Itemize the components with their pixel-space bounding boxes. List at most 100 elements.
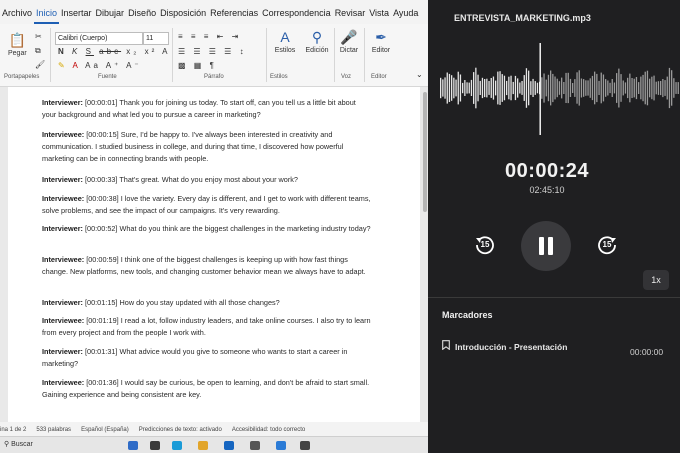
- waveform-bar: [624, 82, 627, 94]
- waveform-bar: [574, 79, 576, 97]
- tab-revisar[interactable]: Revisar: [333, 6, 368, 24]
- align-icons[interactable]: ☰ ☰ ☰ ☰ ↕: [178, 47, 247, 56]
- audio-file-name: ENTREVISTA_MARKETING.mp3: [454, 13, 591, 23]
- paste-button[interactable]: 📋 Pegar: [8, 32, 27, 57]
- font-size-select[interactable]: 11: [143, 32, 169, 45]
- language-status[interactable]: Español (España): [81, 427, 129, 433]
- waveform-bar: [576, 72, 578, 104]
- waveform-bar: [521, 81, 523, 95]
- waveform-bar: [464, 80, 466, 96]
- waveform-bar: [490, 78, 492, 98]
- tab-dibujar[interactable]: Dibujar: [94, 6, 127, 24]
- editing-button[interactable]: ⚲ Edición: [304, 29, 330, 54]
- tab-correspondencia[interactable]: Correspondencia: [260, 6, 333, 24]
- taskbar-folder-icon[interactable]: [198, 441, 208, 450]
- bookmark-icon: [442, 340, 450, 350]
- pause-icon: [539, 237, 544, 255]
- waveform-bar: [552, 73, 554, 103]
- waveform-bar: [530, 81, 532, 95]
- tab-inicio[interactable]: Inicio: [34, 6, 60, 24]
- waveform-bar: [534, 81, 536, 95]
- bold-italic-underline-icons[interactable]: N K S abc x₂ x² A: [58, 47, 170, 56]
- highlight-font-color-icons[interactable]: ✎ A Aa A⁺ A⁻: [58, 61, 142, 70]
- waveform-bar: [545, 79, 547, 97]
- pause-icon: [548, 237, 553, 255]
- waveform-bar: [649, 78, 651, 98]
- text-predictions-status[interactable]: Predicciones de texto: activado: [139, 427, 222, 433]
- waveform-bar: [477, 74, 479, 102]
- taskbar-word-icon[interactable]: [224, 441, 234, 450]
- accessibility-status[interactable]: Accesibilidad: todo correcto: [232, 427, 305, 433]
- tab-archivo[interactable]: Archivo: [0, 6, 34, 24]
- group-label-clipboard: Portapapeles: [4, 74, 40, 80]
- waveform-bar: [541, 77, 543, 99]
- playhead[interactable]: [539, 43, 541, 135]
- waveform-bar: [611, 79, 613, 97]
- waveform-bar: [508, 76, 510, 100]
- collapse-ribbon-icon[interactable]: ⌄: [416, 70, 426, 79]
- editor-button[interactable]: ✒ Editor: [369, 29, 393, 54]
- clipboard-icon: 📋: [8, 32, 27, 48]
- tab-diseno[interactable]: Diseño: [126, 6, 158, 24]
- taskbar-app-icon[interactable]: [250, 441, 260, 450]
- tab-referencias[interactable]: Referencias: [208, 6, 260, 24]
- skip-back-button[interactable]: 15: [474, 234, 496, 256]
- waveform[interactable]: [428, 40, 680, 140]
- taskbar-app-icon[interactable]: [300, 441, 310, 450]
- tab-ayuda[interactable]: Ayuda: [391, 6, 420, 24]
- page-count[interactable]: ina 1 de 2: [0, 427, 26, 433]
- search-icon: ⚲: [311, 29, 323, 45]
- waveform-bar: [569, 78, 572, 97]
- pause-button[interactable]: [521, 221, 571, 271]
- waveform-bar: [448, 73, 451, 102]
- waveform-bar: [479, 80, 481, 95]
- current-time: 00:00:24: [504, 160, 590, 182]
- taskbar-app-icon[interactable]: [128, 441, 138, 450]
- waveform-bar: [657, 81, 660, 95]
- waveform-bar: [488, 81, 490, 95]
- waveform-bar: [525, 68, 528, 108]
- transcript-paragraph: Interviewer: [00:00:52] What do you thin…: [42, 224, 371, 233]
- skip-forward-button[interactable]: 15: [596, 234, 618, 256]
- taskbar-app-icon[interactable]: [150, 441, 160, 450]
- playback-speed-button[interactable]: 1x: [643, 270, 669, 290]
- taskbar-app-icon[interactable]: [172, 441, 182, 450]
- font-name-select[interactable]: Calibri (Cuerpo): [55, 32, 143, 45]
- tab-insertar[interactable]: Insertar: [59, 6, 94, 24]
- waveform-bar: [602, 74, 605, 102]
- transcript-paragraph: Interviewee: [00:00:38] I love the varie…: [42, 194, 371, 215]
- waveform-bar: [543, 73, 545, 103]
- transcript-paragraph: Interviewer: [00:00:01] Thank you for jo…: [42, 98, 356, 119]
- waveform-bar: [664, 80, 666, 96]
- status-bar: ina 1 de 2 533 palabras Español (España)…: [0, 424, 428, 436]
- shading-border-icons[interactable]: ▩ ▦ ¶: [178, 61, 217, 70]
- cut-icon[interactable]: ✂: [35, 32, 45, 41]
- waveform-bar: [536, 82, 539, 94]
- transcript-paragraph: Interviewee: [00:00:59] I think one of t…: [42, 255, 366, 276]
- list-icons[interactable]: ≡ ≡ ≡ ⇤ ⇥: [178, 32, 241, 41]
- taskbar-search[interactable]: ⚲ Buscar: [4, 440, 33, 448]
- vertical-scrollbar[interactable]: [423, 92, 427, 212]
- taskbar-app-icon[interactable]: [276, 441, 286, 450]
- waveform-bar: [512, 81, 514, 95]
- waveform-bar: [677, 82, 679, 94]
- waveform-bar: [484, 79, 486, 98]
- waveform-bar: [517, 78, 519, 98]
- copy-icon[interactable]: ⧉: [35, 46, 44, 56]
- document-page[interactable]: Interviewer: [00:00:01] Thank you for jo…: [8, 87, 420, 422]
- waveform-bar: [565, 72, 567, 103]
- waveform-bar: [578, 70, 580, 106]
- styles-button[interactable]: A Estilos: [272, 29, 298, 54]
- dictate-button[interactable]: 🎤 Dictar: [338, 29, 360, 54]
- waveform-bar: [591, 75, 594, 101]
- waveform-bar: [567, 72, 569, 104]
- waveform-bar: [616, 73, 618, 103]
- bookmark-label: Introducción - Presentación: [455, 342, 568, 352]
- waveform-bar: [587, 80, 589, 96]
- tab-vista[interactable]: Vista: [367, 6, 391, 24]
- tab-disposicion[interactable]: Disposición: [158, 6, 208, 24]
- group-separator: [172, 28, 173, 82]
- word-count[interactable]: 533 palabras: [36, 427, 71, 433]
- format-painter-icon[interactable]: 🖌: [35, 60, 48, 69]
- waveform-bar: [673, 78, 675, 98]
